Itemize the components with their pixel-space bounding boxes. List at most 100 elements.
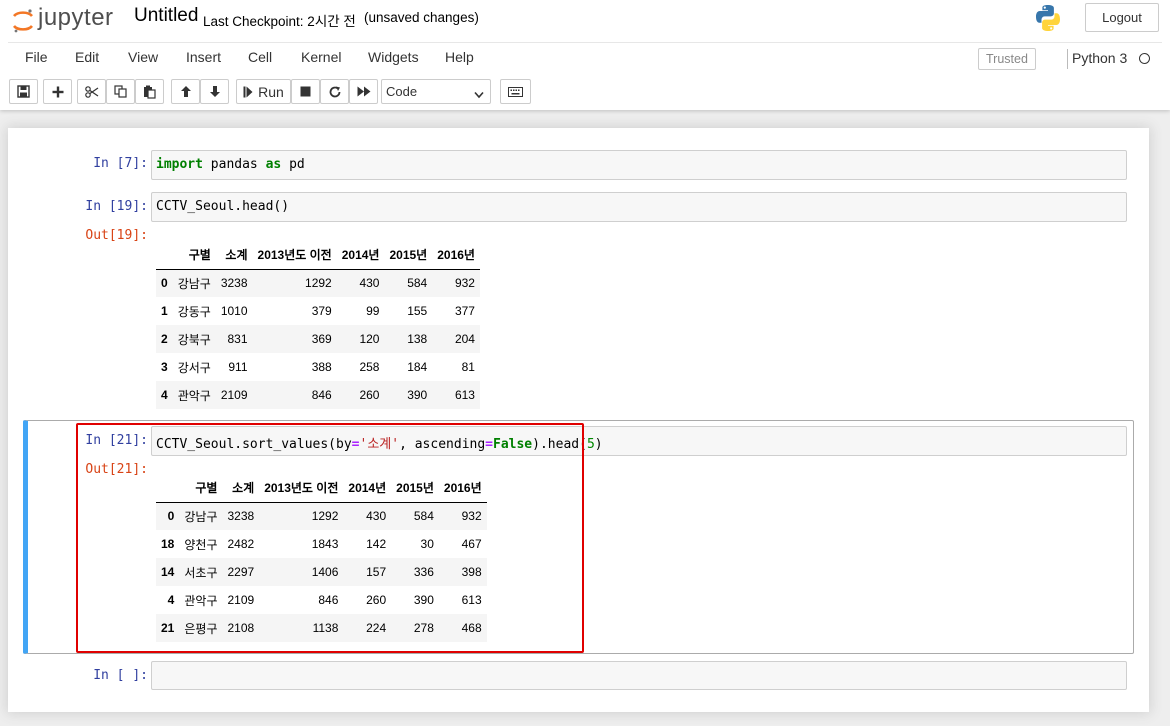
code-keyword: as: [265, 157, 282, 172]
table-cell: 3238: [220, 276, 248, 291]
table-cell: 1010: [220, 304, 248, 318]
move-down-button[interactable]: [200, 79, 229, 104]
table-header-row: 구별 소계 2013년도 이전 2014년 2015년 2016년: [156, 241, 480, 270]
table-cell: 강동구: [177, 304, 211, 319]
restart-icon: [329, 86, 341, 98]
table-cell: 강남구: [177, 276, 211, 291]
row-index: 0: [161, 276, 168, 291]
table-cell: 강북구: [177, 332, 211, 347]
paste-icon: [143, 85, 156, 99]
table-cell: 613: [454, 388, 475, 402]
cell-type-select[interactable]: Code: [381, 79, 491, 104]
logout-button[interactable]: Logout: [1085, 3, 1159, 32]
column-header: 2013년도 이전: [252, 241, 337, 270]
kernel-idle-icon: [1139, 53, 1150, 64]
restart-button[interactable]: [320, 79, 349, 104]
restart-run-all-button[interactable]: [349, 79, 378, 104]
fast-forward-icon: [357, 86, 371, 97]
jupyter-wordmark: jupyter: [38, 4, 114, 31]
table-cell: 1292: [305, 276, 332, 291]
notebook-header: jupyter Untitled Last Checkpoint: 2시간 전 …: [0, 0, 1170, 110]
table-cell: 2109: [220, 388, 248, 402]
code-text: ): [594, 437, 603, 452]
table-cell: 369: [311, 332, 332, 346]
notebook-container: In [7]: import pandas as pd In [19]: CCT…: [8, 128, 1149, 712]
code-number: 5: [586, 437, 595, 452]
table-cell: 138: [407, 332, 428, 346]
autosave-status: (unsaved changes): [364, 10, 479, 25]
table-cell: 388: [311, 360, 332, 374]
chevron-down-icon: [474, 87, 484, 102]
jupyter-orbit-icon: [12, 7, 34, 33]
table-cell: 911: [228, 360, 248, 374]
stop-icon: [300, 86, 311, 97]
column-header: 소계: [215, 241, 253, 270]
row-index: 3: [161, 360, 168, 374]
table-row: 3 강서구 911 388 258 184 81: [156, 353, 480, 381]
row-index: 1: [161, 304, 168, 318]
menu-view[interactable]: View: [128, 49, 158, 65]
jupyter-logo[interactable]: jupyter: [12, 2, 114, 34]
trusted-indicator[interactable]: Trusted: [978, 48, 1036, 70]
input-prompt: In [19]:: [85, 199, 148, 214]
code-text: pandas: [202, 157, 266, 172]
menu-file[interactable]: File: [25, 49, 48, 65]
copy-icon: [114, 85, 127, 98]
step-forward-icon: [243, 86, 253, 98]
table-row: 2 강북구 831 369 120 138 204: [156, 325, 480, 353]
code-cell-input[interactable]: CCTV_Seoul.head(): [151, 192, 1127, 222]
menu-edit[interactable]: Edit: [75, 49, 99, 65]
run-button[interactable]: Run: [236, 79, 291, 104]
toolbar: Run Code: [0, 79, 1170, 105]
column-header: 2014년: [336, 241, 385, 270]
command-palette-button[interactable]: [500, 79, 531, 104]
menu-insert[interactable]: Insert: [186, 49, 221, 65]
table-cell: 99: [366, 304, 380, 318]
menu-widgets[interactable]: Widgets: [368, 49, 419, 65]
copy-button[interactable]: [106, 79, 135, 104]
cell-type-value: Code: [386, 84, 418, 99]
menu-cell[interactable]: Cell: [248, 49, 272, 65]
notebook-name[interactable]: Untitled: [134, 5, 198, 27]
input-prompt: In [ ]:: [93, 668, 148, 683]
code-keyword: import: [156, 157, 203, 172]
table-cell: 260: [359, 388, 380, 402]
column-header: 구별: [172, 241, 216, 270]
code-text: CCTV_Seoul.head(): [156, 199, 290, 214]
table-cell: 관악구: [177, 388, 211, 403]
menubar: File Edit View Insert Cell Kernel Widget…: [8, 42, 1162, 72]
move-up-button[interactable]: [171, 79, 200, 104]
highlight-annotation-box: [76, 423, 584, 653]
table-cell: 377: [454, 304, 475, 318]
insert-cell-button[interactable]: [43, 79, 72, 104]
kernel-name[interactable]: Python 3: [1072, 50, 1127, 66]
table-cell: 258: [359, 360, 380, 374]
table-cell: 584: [407, 276, 428, 291]
table-cell: 184: [407, 360, 428, 374]
table-cell: 932: [454, 276, 475, 291]
table-cell: 390: [407, 388, 428, 402]
code-cell-input[interactable]: import pandas as pd: [151, 150, 1127, 180]
interrupt-button[interactable]: [291, 79, 320, 104]
arrow-down-icon: [209, 85, 221, 98]
paste-button[interactable]: [135, 79, 164, 104]
save-icon: [17, 85, 30, 98]
menu-help[interactable]: Help: [445, 49, 474, 65]
keyboard-icon: [508, 86, 523, 97]
kernel-separator: [1067, 49, 1068, 69]
table-cell: 430: [359, 276, 380, 291]
dataframe-table: 구별 소계 2013년도 이전 2014년 2015년 2016년 0 강남구 3238 1292…: [156, 241, 480, 409]
table-cell: 120: [359, 332, 380, 346]
python-logo-icon: [1034, 4, 1062, 36]
input-prompt: In [7]:: [93, 156, 148, 171]
table-cell: 379: [311, 304, 332, 318]
output-prompt: Out[19]:: [85, 228, 148, 243]
table-row: 4 관악구 2109 846 260 390 613: [156, 381, 480, 409]
menu-kernel[interactable]: Kernel: [301, 49, 341, 65]
empty-code-cell-input[interactable]: [151, 661, 1127, 690]
cut-button[interactable]: [77, 79, 106, 104]
table-cell: 강서구: [177, 360, 211, 375]
row-index: 2: [161, 332, 168, 346]
save-button[interactable]: [9, 79, 38, 104]
table-cell: 846: [311, 388, 332, 402]
